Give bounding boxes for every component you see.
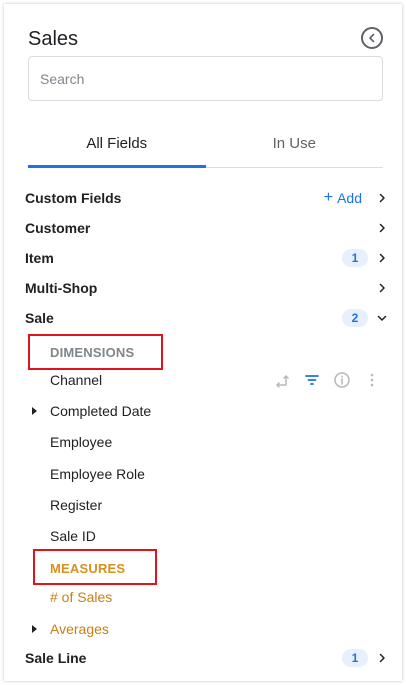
group-label: Sale Line: [25, 650, 87, 666]
chevron-right-icon[interactable]: [376, 192, 388, 204]
chevron-down-icon[interactable]: [376, 312, 388, 324]
measures-label: MEASURES: [50, 560, 126, 576]
field-row[interactable]: Register: [4, 491, 402, 519]
field-label: Channel: [50, 372, 103, 388]
field-row[interactable]: Completed Date: [4, 397, 402, 425]
in-use-count-badge: 1: [342, 649, 368, 667]
group-label: Custom Fields: [25, 190, 122, 206]
dimensions-label: DIMENSIONS: [50, 344, 135, 360]
search-input[interactable]: [28, 56, 383, 101]
in-use-count-badge: 1: [342, 249, 368, 267]
field-label: Register: [50, 497, 103, 513]
field-label: Completed Date: [50, 403, 152, 419]
pivot-icon[interactable]: [272, 370, 292, 390]
group-label: Sale: [25, 310, 54, 326]
info-icon[interactable]: [332, 370, 352, 390]
measures-header: MEASURES: [4, 554, 402, 582]
chevron-right-icon[interactable]: [376, 652, 388, 664]
filter-icon[interactable]: [302, 370, 322, 390]
field-row[interactable]: Sale ID: [4, 522, 402, 550]
tab-bar: All Fields In Use: [28, 122, 383, 168]
dimensions-header: DIMENSIONS: [4, 338, 402, 366]
more-vertical-icon[interactable]: [362, 370, 382, 390]
collapse-panel-button[interactable]: [361, 27, 383, 49]
field-label: Employee: [50, 434, 113, 450]
group-sale[interactable]: Sale 2: [4, 304, 402, 332]
caret-right-icon[interactable]: [32, 407, 37, 415]
in-use-count-badge: 2: [342, 309, 368, 327]
field-row[interactable]: Employee: [4, 428, 402, 456]
chevron-right-icon[interactable]: [376, 282, 388, 294]
chevron-right-icon[interactable]: [376, 252, 388, 264]
field-row[interactable]: Employee Role: [4, 460, 402, 488]
field-row[interactable]: Averages: [4, 615, 402, 643]
field-label: Sale ID: [50, 528, 96, 544]
group-label: Item: [25, 250, 54, 266]
tab-in-use[interactable]: In Use: [206, 122, 384, 167]
group-label: Multi-Shop: [25, 280, 98, 296]
field-actions: [272, 370, 382, 390]
field-label: Employee Role: [50, 466, 145, 482]
field-picker-panel: Sales All Fields In Use Custom Fields + …: [4, 4, 402, 681]
group-multi-shop[interactable]: Multi-Shop: [4, 274, 402, 302]
tab-all-fields[interactable]: All Fields: [28, 122, 206, 168]
plus-icon: +: [323, 189, 334, 206]
group-label: Customer: [25, 220, 91, 236]
group-custom-fields[interactable]: Custom Fields + Add: [4, 184, 402, 212]
group-sale-line[interactable]: Sale Line 1: [4, 644, 402, 672]
caret-right-icon[interactable]: [32, 625, 37, 633]
panel-title: Sales: [28, 28, 79, 50]
add-custom-field-link[interactable]: + Add: [324, 189, 362, 207]
chevron-right-icon[interactable]: [376, 222, 388, 234]
field-label: # of Sales: [50, 589, 113, 605]
field-label: Averages: [50, 621, 109, 637]
add-label: Add: [337, 190, 362, 206]
group-item[interactable]: Item 1: [4, 244, 402, 272]
field-row[interactable]: Channel: [4, 366, 402, 394]
group-customer[interactable]: Customer: [4, 214, 402, 242]
field-row[interactable]: # of Sales: [4, 583, 402, 611]
chevron-left-icon: [369, 33, 375, 43]
